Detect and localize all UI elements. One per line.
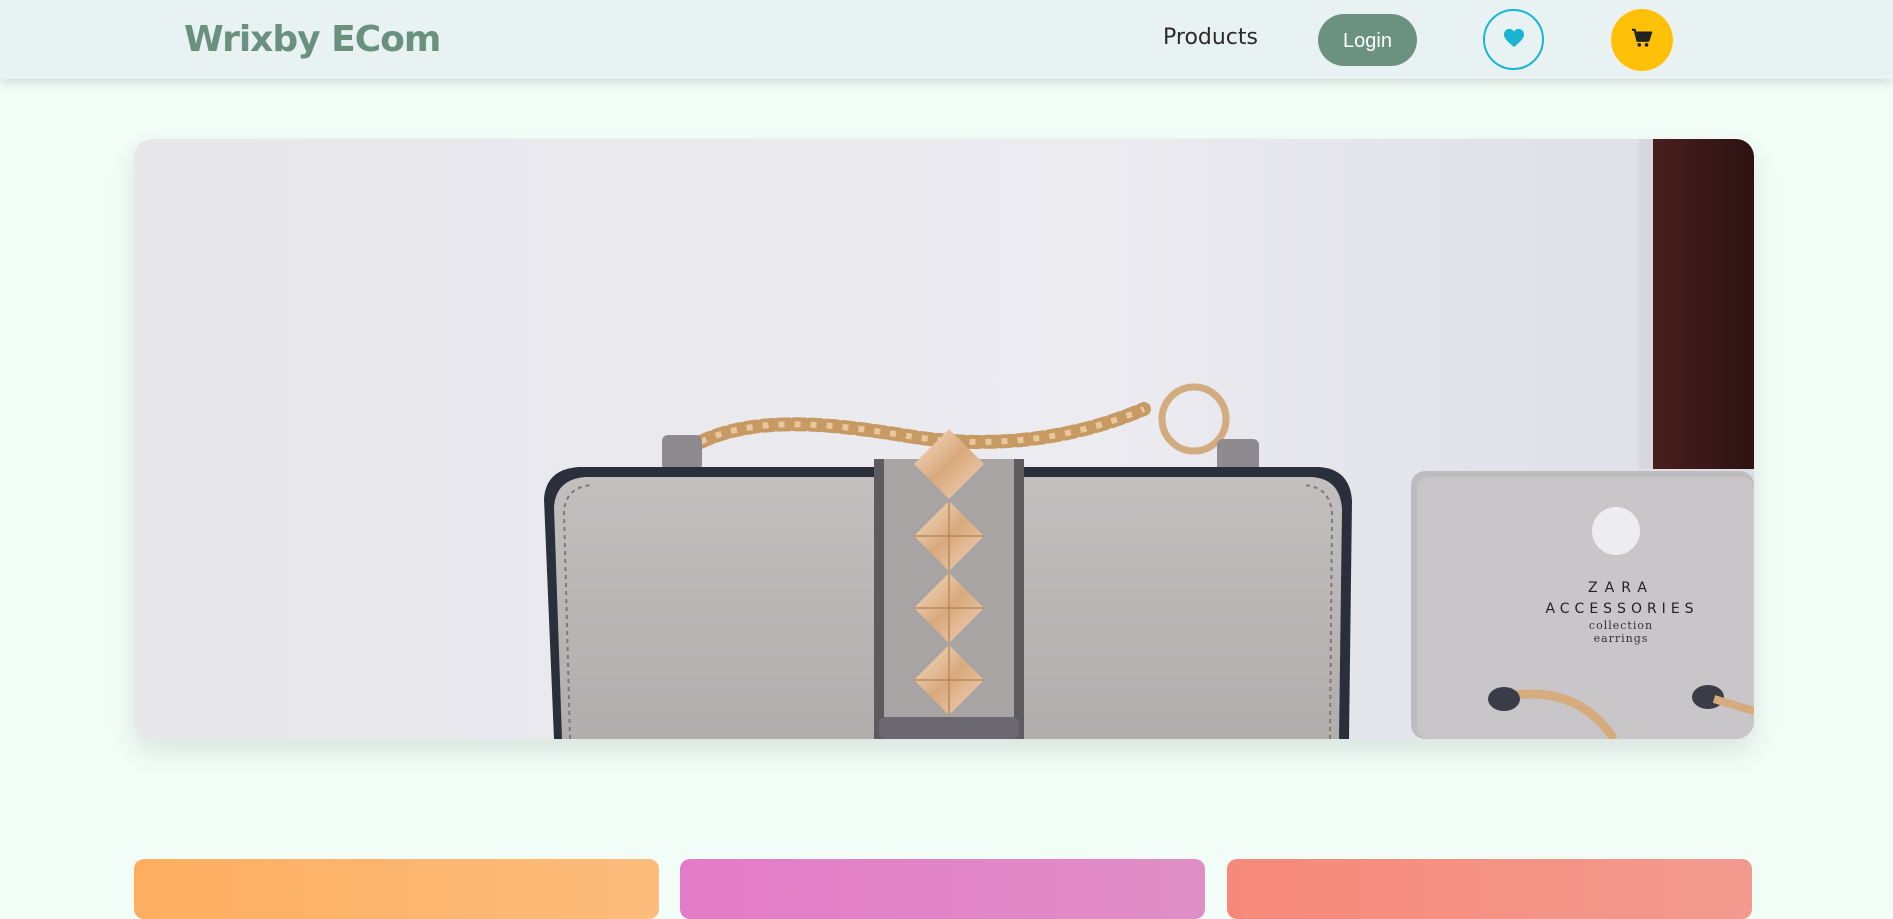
- category-card-2[interactable]: [680, 859, 1205, 919]
- earrings-card-brand: ZARA: [1588, 580, 1654, 596]
- wishlist-button[interactable]: [1483, 9, 1544, 70]
- brand-logo[interactable]: Wrixby ECom: [184, 16, 441, 64]
- cart-icon: [1631, 28, 1653, 52]
- earrings-card-sub2: earrings: [1594, 632, 1649, 645]
- earrings-card-sub: collection: [1589, 619, 1653, 632]
- site-header: Wrixby ECom Products Login: [0, 0, 1893, 79]
- heart-icon: [1503, 28, 1525, 52]
- category-card-3[interactable]: [1227, 859, 1752, 919]
- earrings-card-line: ACCESSORIES: [1545, 601, 1698, 617]
- hero-banner[interactable]: ZARA ACCESSORIES collection earrings: [134, 139, 1754, 739]
- login-button[interactable]: Login: [1318, 14, 1417, 66]
- cart-button[interactable]: [1611, 9, 1673, 71]
- hero-image: ZARA ACCESSORIES collection earrings: [134, 139, 1754, 739]
- category-card-1[interactable]: [134, 859, 659, 919]
- nav-link-products[interactable]: Products: [1163, 22, 1258, 54]
